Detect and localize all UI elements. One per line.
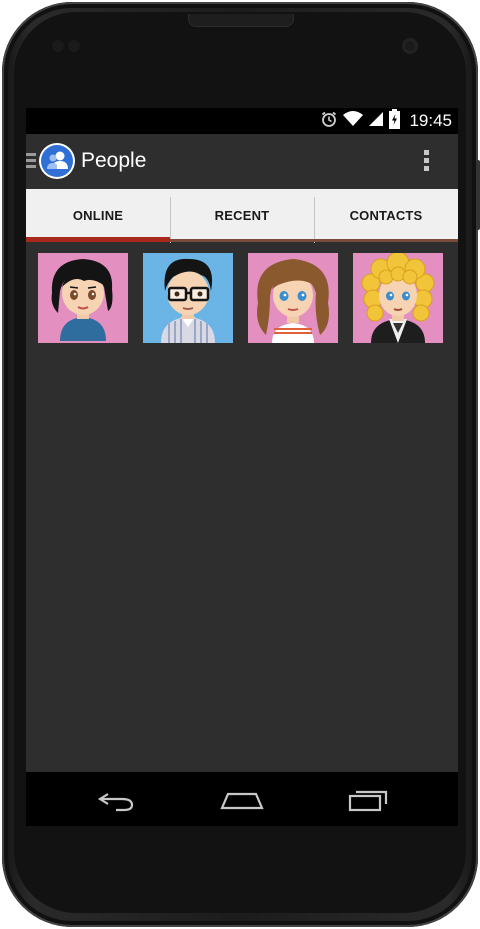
contact-avatar-3[interactable] <box>248 253 338 343</box>
status-time: 19:45 <box>409 111 452 130</box>
tab-underline <box>170 239 314 242</box>
navigation-bar <box>26 772 458 826</box>
screen: 19:45 People ONLINE RECENT CONTACTS <box>26 108 458 826</box>
tab-underline <box>314 239 458 242</box>
battery-charging-icon <box>389 108 401 134</box>
earpiece-speaker <box>188 14 294 27</box>
overflow-menu-icon[interactable] <box>424 150 430 172</box>
proximity-sensor <box>52 40 64 52</box>
man-glasses-avatar <box>143 253 233 343</box>
signal-icon <box>368 110 384 133</box>
contact-avatar-4[interactable] <box>353 253 443 343</box>
wifi-icon <box>343 110 364 133</box>
recent-apps-icon[interactable] <box>346 784 390 814</box>
power-button <box>476 160 480 230</box>
contact-avatar-2[interactable] <box>143 253 233 343</box>
people-app-icon[interactable] <box>39 143 75 179</box>
tab-contacts[interactable]: CONTACTS <box>314 189 458 243</box>
back-icon[interactable] <box>94 784 138 814</box>
action-bar: People <box>26 134 458 188</box>
tab-label: CONTACTS <box>349 208 423 223</box>
tab-online[interactable]: ONLINE <box>26 189 170 242</box>
phone-device: 19:45 People ONLINE RECENT CONTACTS <box>0 0 480 929</box>
status-bar: 19:45 <box>26 108 458 134</box>
tab-label: RECENT <box>214 208 270 223</box>
online-contacts-grid <box>38 253 446 345</box>
alarm-icon <box>320 110 338 133</box>
tab-bar: ONLINE RECENT CONTACTS <box>26 189 458 243</box>
front-camera <box>402 38 418 54</box>
app-title: People <box>81 149 147 172</box>
home-icon[interactable] <box>220 784 264 814</box>
tab-recent[interactable]: RECENT <box>170 189 314 243</box>
contact-avatar-1[interactable] <box>38 253 128 343</box>
light-sensor <box>68 40 80 52</box>
drawer-icon[interactable] <box>26 153 36 169</box>
woman-dark-hair-avatar <box>38 253 128 343</box>
man-blonde-curly-avatar <box>353 253 443 343</box>
woman-brown-hair-avatar <box>248 253 338 343</box>
tab-indicator <box>26 237 170 242</box>
tab-label: ONLINE <box>72 208 124 223</box>
